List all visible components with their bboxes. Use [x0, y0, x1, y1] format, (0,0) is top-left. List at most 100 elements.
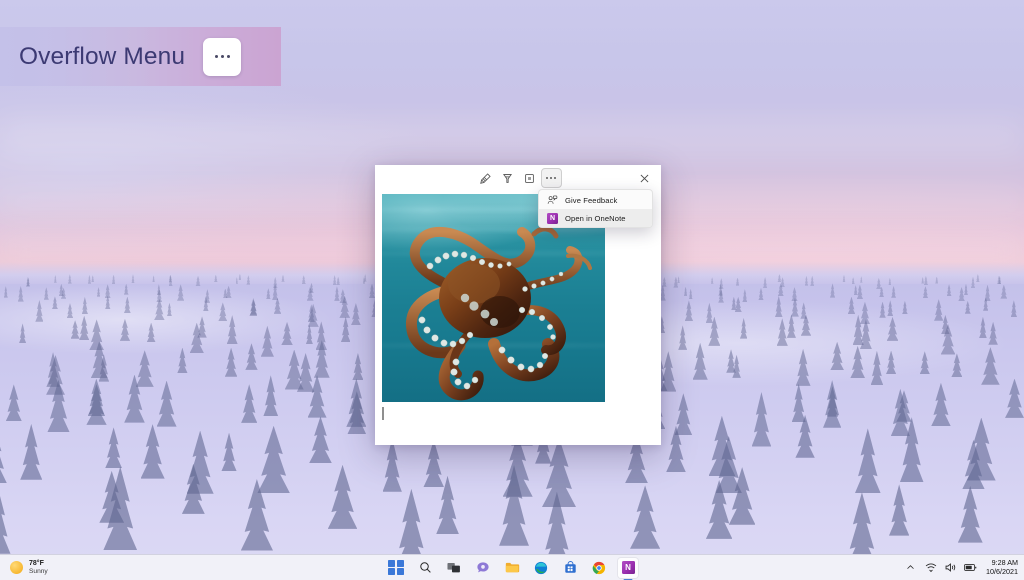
start-button[interactable]	[386, 558, 406, 578]
tree-silhouette	[124, 284, 129, 295]
tree-silhouette	[689, 289, 693, 300]
tree-silhouette	[266, 288, 271, 299]
tree-silhouette	[68, 274, 72, 283]
tree-silhouette	[177, 284, 184, 301]
battery-icon[interactable]	[964, 561, 977, 574]
tree-silhouette	[88, 275, 92, 284]
tree-silhouette	[0, 428, 7, 483]
crop-icon[interactable]	[519, 168, 540, 188]
onenote-taskbar-button[interactable]: N	[618, 558, 638, 578]
tree-silhouette	[333, 275, 337, 285]
tree-silhouette	[920, 351, 931, 374]
tree-silhouette	[787, 314, 796, 338]
tree-silhouette	[227, 315, 238, 344]
tree-silhouette	[981, 347, 1000, 385]
tree-silhouette	[82, 297, 89, 315]
tree-silhouette	[711, 277, 714, 283]
tree-silhouette	[965, 301, 971, 314]
tree-silhouette	[888, 278, 891, 286]
tree-silhouette	[302, 275, 306, 284]
tree-silhouette	[763, 277, 768, 288]
tree-silhouette	[54, 275, 57, 283]
tree-silhouette	[850, 346, 865, 379]
tree-silhouette	[306, 325, 313, 345]
tree-silhouette	[274, 298, 282, 314]
tree-silhouette	[152, 275, 155, 282]
callout-more-options-button[interactable]	[203, 38, 241, 76]
tree-silhouette	[775, 296, 783, 318]
tree-silhouette	[328, 465, 358, 529]
ballpoint-pen-icon[interactable]	[475, 168, 496, 188]
overflow-menu-callout: Overflow Menu	[0, 27, 281, 86]
tree-silhouette	[257, 426, 290, 494]
tree-silhouette	[89, 319, 104, 350]
tree-silhouette	[52, 296, 58, 309]
show-hidden-icons-chevron-icon[interactable]	[904, 561, 917, 574]
tree-silhouette	[131, 274, 134, 283]
tree-silhouette	[630, 485, 660, 548]
windows-logo-icon	[388, 560, 404, 576]
tree-silhouette	[732, 355, 741, 378]
snip-text-entry[interactable]	[382, 405, 661, 439]
menu-item-open-in-onenote[interactable]: N Open in OneNote	[539, 209, 652, 227]
onenote-icon: N	[546, 212, 559, 225]
store-button[interactable]	[560, 558, 580, 578]
tree-silhouette	[674, 393, 692, 435]
tree-silhouette	[250, 300, 258, 315]
tree-silhouette	[35, 300, 43, 322]
taskbar: 78°F Sunny	[0, 554, 1024, 580]
tree-silhouette	[6, 384, 22, 421]
tree-silhouette	[923, 286, 929, 298]
tree-silhouette	[860, 302, 871, 325]
tree-silhouette	[314, 340, 330, 378]
tree-silhouette	[261, 326, 274, 357]
tree-silhouette	[352, 353, 363, 380]
tree-silhouette	[336, 277, 340, 286]
highlighter-icon[interactable]	[497, 168, 518, 188]
tree-silhouette	[876, 278, 881, 289]
tree-silhouette	[964, 284, 968, 296]
close-icon[interactable]	[633, 167, 655, 189]
tree-silhouette	[924, 276, 928, 285]
task-view-button[interactable]	[444, 558, 464, 578]
tree-silhouette	[740, 318, 748, 339]
tree-silhouette	[852, 277, 855, 284]
tree-silhouette	[79, 316, 90, 341]
tree-silhouette	[167, 303, 172, 317]
wifi-icon[interactable]	[924, 561, 937, 574]
tree-silhouette	[752, 392, 772, 447]
tree-silhouette	[684, 287, 688, 296]
tree-silhouette	[971, 277, 975, 288]
tree-silhouette	[879, 302, 886, 318]
tree-silhouette	[91, 275, 94, 282]
chrome-button[interactable]	[589, 558, 609, 578]
tree-silhouette	[889, 484, 909, 535]
see-more-icon[interactable]	[541, 168, 562, 188]
folder-icon	[505, 561, 520, 574]
tree-silhouette	[792, 384, 806, 423]
tree-silhouette	[124, 297, 131, 314]
tree-silhouette	[246, 275, 250, 284]
tree-silhouette	[891, 286, 896, 298]
tree-silhouette	[731, 297, 737, 311]
tree-silhouette	[947, 284, 952, 296]
weather-widget[interactable]: 78°F Sunny	[0, 560, 120, 575]
menu-item-give-feedback[interactable]: Give Feedback	[539, 191, 652, 209]
tree-silhouette	[423, 440, 444, 488]
tree-silhouette	[285, 350, 304, 390]
clock[interactable]: 9:28 AM 10/6/2021	[984, 559, 1018, 575]
file-explorer-button[interactable]	[502, 558, 522, 578]
tree-silhouette	[887, 300, 893, 316]
edge-button[interactable]	[531, 558, 551, 578]
chat-bubble-icon	[476, 561, 490, 575]
search-button[interactable]	[415, 558, 435, 578]
tree-silhouette	[67, 303, 74, 318]
tree-silhouette	[685, 300, 693, 321]
onenote-icon: N	[622, 561, 635, 574]
tree-silhouette	[169, 275, 173, 286]
chat-button[interactable]	[473, 558, 493, 578]
volume-icon[interactable]	[944, 561, 957, 574]
tree-silhouette	[791, 287, 797, 301]
menu-item-label: Give Feedback	[565, 196, 617, 205]
weather-text: 78°F Sunny	[29, 560, 48, 575]
